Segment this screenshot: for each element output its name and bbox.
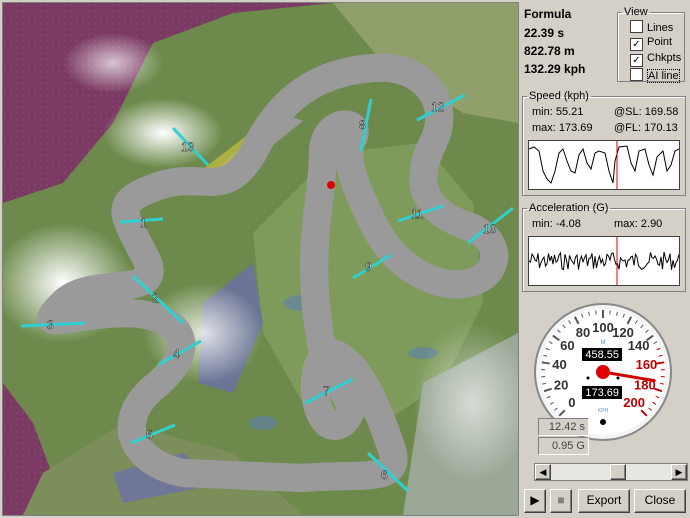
acceleration-graph [528,236,680,286]
checkbox-label: Lines [647,22,674,34]
checkbox-box[interactable] [630,68,643,81]
checkbox-box[interactable]: ✓ [630,54,643,67]
checkpoint-label: 3 [47,318,54,332]
distance: 822.78 m [524,44,575,58]
checkpoint-label: 6 [381,468,388,482]
checkbox-box[interactable] [630,20,643,33]
checkpoint-label: 11 [411,207,424,221]
current-speed: 132.29 kph [524,62,586,76]
gauge-tick-label: 80 [576,325,590,340]
gauge-tick-label: 20 [554,378,568,393]
gauge-tick-label: 200 [623,395,645,410]
checkbox-label: Chkpts [647,52,682,64]
scroll-left-button[interactable]: ◀ [535,464,551,480]
gauge-tick-label: 160 [636,357,658,372]
timeline-scrollbar[interactable]: ◀ ▶ [534,463,688,481]
speed-at-sl: @SL: 169.58 [614,106,679,118]
gauge-tick-label: 40 [552,357,566,372]
speed-legend: Speed (kph) [529,90,589,102]
g-force-readout: 0.95 G [538,437,589,455]
gauge-tick-label: 140 [628,338,650,353]
car-position-marker [327,181,335,189]
checkpoint-label: 13 [181,140,195,154]
gauge-tick [656,361,665,365]
car-name: Formula [524,7,572,21]
accel-max: max: 2.90 [614,218,663,230]
checkpoint-label: 1 [140,216,147,230]
close-button[interactable]: Close [634,489,686,513]
gauge-tick-label: 60 [560,338,574,353]
gauge-tick [541,361,550,365]
speed-graph [528,140,680,190]
elapsed-time: 22.39 s [524,26,565,40]
play-button[interactable]: ▶ [524,489,546,513]
odometer-value: 458.55 [585,349,619,361]
gauge-unit-bottom: KPH [598,408,609,414]
track-map[interactable]: 1 2 3 4 5 6 7 8 9 10 11 12 13 [0,2,533,516]
track-svg: 1 2 3 4 5 6 7 8 9 10 11 12 13 [0,3,533,515]
checkpoint-label: 8 [359,118,366,132]
ai-line-checkbox[interactable]: AI line [630,68,680,83]
checkpoint-label: 12 [431,100,445,114]
checkpoint-label: 2 [152,291,159,305]
scroll-thumb[interactable] [609,464,626,480]
lap-time-readout: 12.42 s [538,418,589,436]
speed-graph-svg [528,141,680,189]
checkpoint-label: 5 [146,428,153,442]
checkpoint-label: 9 [365,260,372,274]
speed-max: max: 173.69 [532,122,593,134]
speed-at-fl: @FL: 170.13 [614,122,678,134]
gauge-tick-label: 0 [568,395,575,410]
accel-legend: Acceleration (G) [529,202,609,214]
checkpoint-label: 7 [323,384,330,398]
stop-button[interactable]: ■ [550,489,572,513]
export-button[interactable]: Export [578,489,630,513]
gauge-tick-label: 100 [592,320,614,335]
chkpts-checkbox[interactable]: ✓ Chkpts [630,52,681,67]
checkbox-label: Point [647,36,673,48]
checkpoint-label: 10 [483,222,497,236]
checkbox-box[interactable]: ✓ [630,38,643,51]
checkpoint-label: 4 [173,347,180,361]
speed-min: min: 55.21 [532,106,584,118]
gauge-speed-value: 173.69 [585,387,619,399]
scroll-right-button[interactable]: ▶ [671,464,687,480]
lines-checkbox[interactable]: Lines [630,20,673,34]
view-legend: View [624,6,648,18]
checkbox-label: AI line [647,69,680,83]
point-checkbox[interactable]: ✓ Point [630,36,672,51]
gauge-unit-top: M [601,340,606,346]
accel-graph-svg [528,237,680,285]
gauge-hub [596,365,610,379]
accel-min: min: -4.08 [532,218,581,230]
